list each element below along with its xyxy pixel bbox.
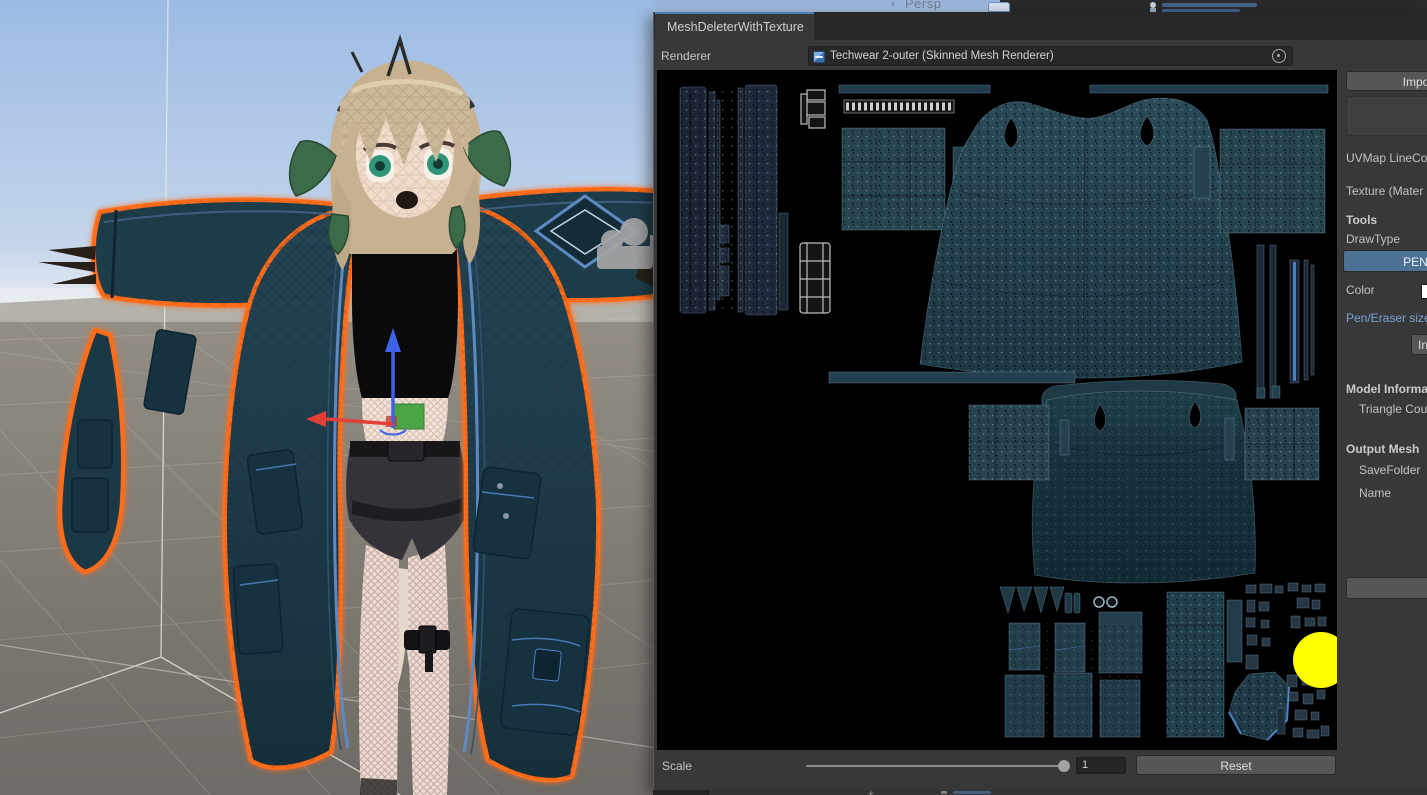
uv-strap-strips <box>680 85 788 315</box>
renderer-object-value: Techwear 2-outer (Skinned Mesh Renderer) <box>830 47 1054 65</box>
output-mesh-header: Output Mesh <box>1346 442 1419 456</box>
uv-checkered-strip <box>844 100 954 113</box>
triangle-count-label: Triangle Cou <box>1359 402 1427 416</box>
add-icon[interactable]: + <box>868 790 874 795</box>
uv-panel <box>1245 408 1319 480</box>
unity-editor: ‹ Persp MeshDeleterWithTexture Renderer … <box>0 0 1427 795</box>
model-information-header: Model Informa <box>1346 382 1427 396</box>
pen-eraser-size-label[interactable]: Pen/Eraser size <box>1346 311 1427 325</box>
uv-pennants <box>1000 587 1080 613</box>
uv-panel <box>842 128 945 230</box>
scene-view[interactable] <box>0 0 656 795</box>
skinned-mesh-renderer-icon <box>813 51 825 63</box>
uv-coat-lining <box>1032 380 1255 583</box>
uv-texture-canvas[interactable] <box>657 70 1337 750</box>
tools-header: Tools <box>1346 213 1377 227</box>
scale-bar: Scale 1 Reset <box>654 750 1427 780</box>
uv-map <box>657 70 1337 750</box>
scale-label: Scale <box>662 759 692 773</box>
uvmap-linecolor-label: UVMap LineCo <box>1346 151 1427 165</box>
scene-gizmo-axis-icon[interactable]: ‹ <box>891 0 895 10</box>
mesh-deleter-window: MeshDeleterWithTexture Renderer Techwear… <box>653 12 1427 790</box>
import-button[interactable]: Impo <box>1346 71 1427 91</box>
name-label: Name <box>1359 486 1391 500</box>
editor-top-strip: ‹ Persp <box>653 0 1427 12</box>
uv-panel <box>969 405 1049 480</box>
texture-preview-box <box>1346 96 1427 136</box>
uv-ring <box>1107 597 1117 607</box>
uv-edge-strips <box>1257 245 1314 398</box>
scene-render <box>0 0 656 795</box>
scene-gizmo-cube-icon[interactable] <box>988 2 1010 12</box>
renderer-object-field[interactable]: Techwear 2-outer (Skinned Mesh Renderer) <box>808 46 1293 66</box>
reset-button[interactable]: Reset <box>1136 755 1336 775</box>
pen-tool-button[interactable]: PEN <box>1343 250 1427 272</box>
uv-thin-strip <box>839 85 990 93</box>
scale-value-field[interactable]: 1 <box>1076 757 1126 774</box>
renderer-row: Renderer Techwear 2-outer (Skinned Mesh … <box>654 40 1427 74</box>
scene-gizmo-persp-label[interactable]: Persp <box>905 0 941 11</box>
uv-coat-outer <box>920 98 1242 378</box>
texture-material-label: Texture (Mater <box>1346 184 1423 198</box>
scale-slider-handle[interactable] <box>1058 760 1070 772</box>
mesh-icon <box>941 791 947 794</box>
mouth <box>396 191 418 209</box>
editor-bottom-strip: + <box>653 790 1427 795</box>
uv-pocket-panels <box>1005 612 1142 737</box>
color-label: Color <box>1346 283 1375 297</box>
shoe-left <box>360 778 397 795</box>
uv-panel <box>1220 129 1325 233</box>
inverse-button[interactable]: Inv <box>1411 334 1427 355</box>
hierarchy-item-text[interactable] <box>1162 3 1257 7</box>
scene-sky-sliver <box>653 0 1000 12</box>
panel-divider <box>653 790 709 795</box>
drawtype-label: DrawType <box>1346 232 1400 246</box>
gizmo-plane-handle[interactable] <box>394 404 424 429</box>
uv-small-rect <box>1194 147 1210 198</box>
uv-buckle-parts <box>800 90 830 313</box>
window-tab-bar: MeshDeleterWithTexture <box>654 12 1427 40</box>
object-picker-icon[interactable] <box>1272 49 1286 63</box>
hierarchy-item-text[interactable] <box>953 791 991 794</box>
tab-mesh-deleter-with-texture[interactable]: MeshDeleterWithTexture <box>655 12 814 40</box>
uv-small-panel <box>1227 600 1242 662</box>
uv-hem-strip <box>829 372 1075 383</box>
scale-slider-track[interactable] <box>806 765 1064 767</box>
uv-ring <box>1094 597 1104 607</box>
action-button[interactable] <box>1346 577 1427 599</box>
uv-thin-strip <box>1090 85 1328 93</box>
pen-color-swatch[interactable] <box>1421 284 1427 299</box>
uv-large-panel <box>1167 592 1224 737</box>
savefolder-label: SaveFolder <box>1359 463 1420 477</box>
renderer-label: Renderer <box>661 49 711 63</box>
